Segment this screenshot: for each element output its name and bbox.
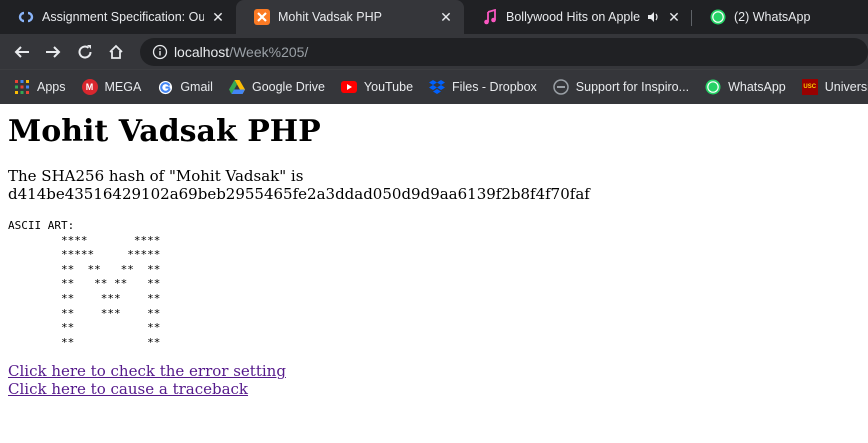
browser-chrome: Assignment Specification: Our ✕ Mohit Va… [0,0,868,104]
bookmark-label: Support for Inspiro... [575,80,690,94]
apps-grid-icon [14,79,30,95]
bookmark-support-inspiron[interactable]: Support for Inspiro... [553,79,689,95]
google-drive-icon [228,79,245,95]
youtube-icon [340,79,357,95]
traceback-link[interactable]: Click here to cause a traceback [8,380,860,398]
bookmark-label: Files - Dropbox [452,80,537,94]
dropbox-icon [429,79,446,95]
tab-bollywood-hits[interactable]: Bollywood Hits on Apple M ✕ [464,0,692,34]
address-bar[interactable]: localhost/Week%205/ [139,37,868,66]
mega-icon: M [81,79,98,95]
bookmark-label: Gmail [180,80,213,94]
page-title: Mohit Vadsak PHP [8,114,321,149]
bookmark-label: University [824,80,868,94]
links: Click here to check the error setting Cl… [8,362,860,398]
tab-title: Assignment Specification: Our [42,10,204,24]
usc-icon: USC [801,79,818,95]
close-icon[interactable]: ✕ [666,9,682,26]
tab-mohit-vadsak-php[interactable]: Mohit Vadsak PHP ✕ [236,0,464,34]
home-icon[interactable] [100,36,131,68]
dell-icon [553,79,569,95]
info-icon[interactable] [146,44,174,60]
forward-arrow-icon[interactable] [37,36,68,68]
bookmarks-bar: Apps M MEGA Gmail Google Drive YouTube F… [0,69,868,104]
reload-icon[interactable] [69,36,100,68]
apple-music-icon [482,9,498,25]
tab-title: (2) WhatsApp [734,10,811,24]
tab-assignment[interactable]: Assignment Specification: Our ✕ [0,0,236,34]
bookmark-whatsapp[interactable]: WhatsApp [705,79,786,95]
url-host: localhost [173,43,230,60]
bookmark-label: MEGA [104,80,142,94]
bookmark-label: YouTube [363,80,414,94]
ascii-art: ASCII ART: **** **** ***** ***** ** ** *… [8,219,161,349]
bookmark-mega[interactable]: M MEGA [81,79,142,95]
xampp-icon [254,9,270,25]
toolbar: localhost/Week%205/ [0,34,868,69]
bookmark-youtube[interactable]: YouTube [340,79,414,95]
page-content: Mohit Vadsak PHP The SHA256 hash of "Moh… [0,114,868,398]
bookmark-label: Google Drive [251,80,325,94]
close-icon[interactable]: ✕ [210,9,226,26]
url-path: /Week%205/ [229,43,309,60]
google-icon [157,79,173,95]
bookmark-label: WhatsApp [728,80,786,94]
tab-strip: Assignment Specification: Our ✕ Mohit Va… [0,0,868,34]
bookmark-apps[interactable]: Apps [14,79,66,95]
close-icon[interactable]: ✕ [438,9,454,26]
whatsapp-icon [705,79,721,95]
coursera-icon [18,9,34,25]
speaker-icon[interactable] [647,11,660,23]
error-setting-link[interactable]: Click here to check the error setting [8,362,860,380]
bookmark-label: Apps [37,80,66,94]
back-arrow-icon[interactable] [6,36,37,68]
bookmark-google-drive[interactable]: Google Drive [228,79,325,95]
bookmark-dropbox[interactable]: Files - Dropbox [429,79,537,95]
tab-whatsapp[interactable]: (2) WhatsApp [692,0,868,34]
sha256-hash-text: The SHA256 hash of "Mohit Vadsak" is d41… [8,167,590,203]
bookmark-gmail[interactable]: Gmail [157,79,213,95]
tab-title: Mohit Vadsak PHP [278,10,382,24]
bookmark-university[interactable]: USC University [801,79,868,95]
tab-title: Bollywood Hits on Apple M [506,10,644,24]
whatsapp-icon [710,9,726,25]
